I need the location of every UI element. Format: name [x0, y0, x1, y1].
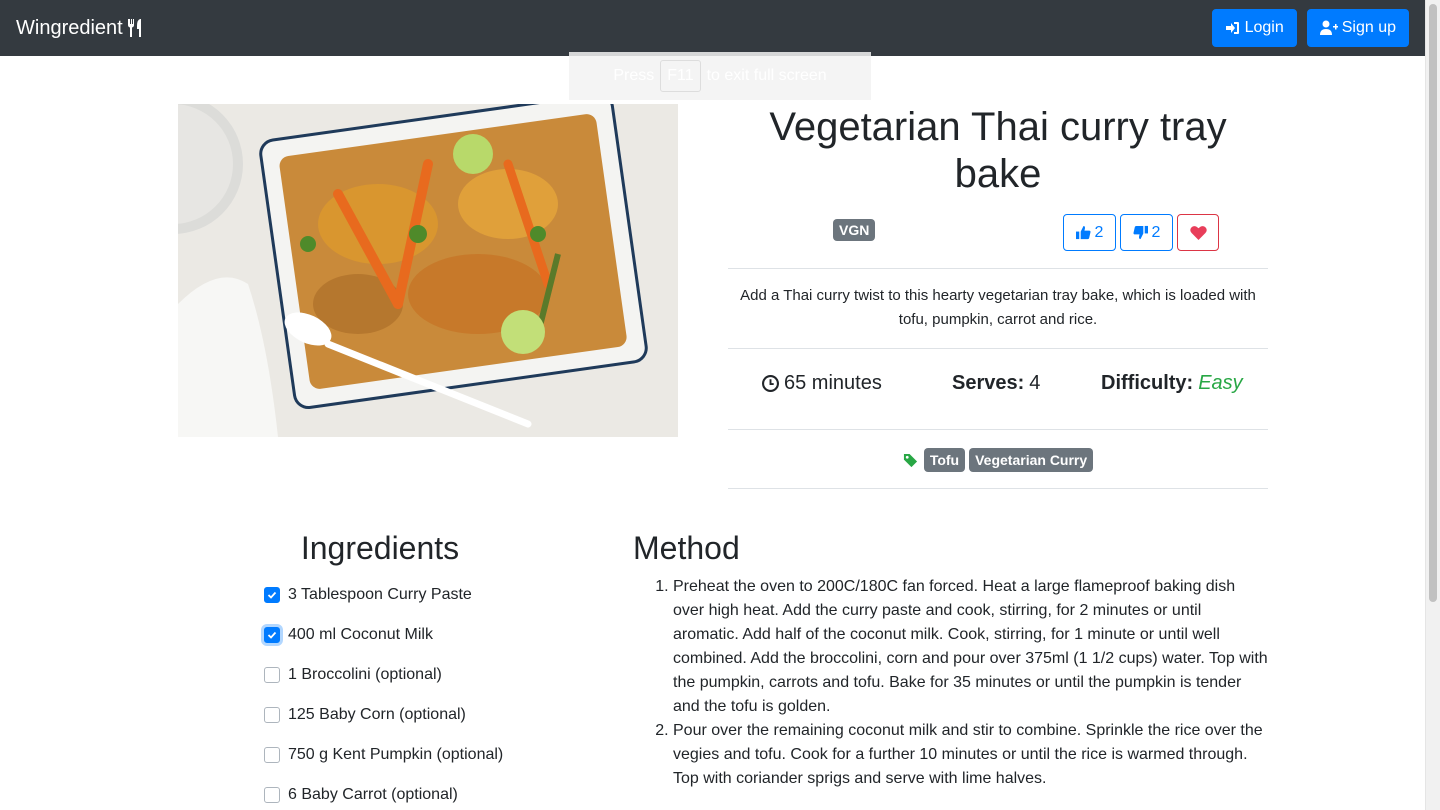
ingredient-checkbox[interactable]: [264, 587, 280, 603]
fullscreen-key: F11: [660, 60, 701, 92]
method-step: Preheat the oven to 200C/180C fan forced…: [673, 575, 1270, 719]
tag-tofu[interactable]: Tofu: [923, 448, 966, 472]
divider: [728, 488, 1268, 489]
favourite-button[interactable]: [1177, 214, 1219, 251]
brand-name: Wingredient: [16, 16, 123, 39]
ingredient-label: 750 g Kent Pumpkin (optional): [288, 746, 504, 763]
ingredient-item[interactable]: 400 ml Coconut Milk: [264, 615, 503, 655]
diet-badge: VGN: [833, 219, 876, 241]
cook-time-value: 65 minutes: [784, 372, 882, 394]
like-count: 2: [1094, 223, 1104, 241]
difficulty-label: Difficulty:: [1101, 372, 1194, 394]
clock-icon: [762, 375, 779, 392]
ingredient-label: 400 ml Coconut Milk: [288, 626, 433, 643]
vote-buttons: 2 2: [1063, 214, 1219, 251]
tag-icon: [903, 453, 917, 467]
dislike-button[interactable]: 2: [1120, 214, 1173, 251]
dislike-count: 2: [1151, 223, 1161, 241]
recipe-photo: [178, 104, 678, 437]
ingredient-checkbox[interactable]: [264, 747, 280, 763]
ingredient-item[interactable]: 1 Broccolini (optional): [264, 655, 503, 695]
utensils-icon: [127, 19, 141, 37]
divider: [728, 268, 1268, 269]
ingredient-item[interactable]: 750 g Kent Pumpkin (optional): [264, 735, 503, 775]
ingredients-heading: Ingredients: [300, 530, 460, 566]
thumbs-up-icon: [1075, 225, 1091, 240]
check-icon: [267, 591, 277, 599]
tag-list: Tofu Vegetarian Curry: [728, 448, 1268, 472]
serves-value: 4: [1029, 372, 1041, 394]
method-step: Pour over the remaining coconut milk and…: [673, 719, 1270, 791]
ingredient-label: 3 Tablespoon Curry Paste: [288, 586, 472, 603]
fullscreen-notice: Press F11 to exit full screen: [569, 52, 871, 100]
method-list: Preheat the oven to 200C/180C fan forced…: [655, 575, 1270, 791]
cook-time: 65 minutes: [762, 372, 882, 395]
ingredient-label: 125 Baby Corn (optional): [288, 706, 466, 723]
ingredient-list: 3 Tablespoon Curry Paste 400 ml Coconut …: [264, 575, 503, 810]
ingredient-label: 6 Baby Carrot (optional): [288, 786, 458, 803]
signup-label: Sign up: [1341, 19, 1396, 36]
divider: [728, 348, 1268, 349]
ingredient-checkbox[interactable]: [264, 787, 280, 803]
page-scrollbar[interactable]: [1425, 0, 1440, 810]
check-icon: [267, 631, 277, 639]
ingredient-item[interactable]: 3 Tablespoon Curry Paste: [264, 575, 503, 615]
recipe-description: Add a Thai curry twist to this hearty ve…: [740, 287, 1256, 328]
divider: [728, 429, 1268, 430]
ingredient-item[interactable]: 6 Baby Carrot (optional): [264, 775, 503, 810]
recipe-title: Vegetarian Thai curry tray bake: [769, 105, 1227, 196]
ingredient-checkbox[interactable]: [264, 667, 280, 683]
login-button[interactable]: Login: [1211, 9, 1297, 47]
difficulty: Difficulty: Easy: [1101, 372, 1243, 395]
method-heading: Method: [633, 530, 740, 566]
serves: Serves: 4: [952, 372, 1040, 395]
serves-label: Serves:: [952, 372, 1025, 394]
recipe-image: [178, 104, 678, 437]
user-plus-icon: [1319, 20, 1338, 35]
signup-button[interactable]: Sign up: [1306, 9, 1409, 47]
like-button[interactable]: 2: [1063, 214, 1116, 251]
fullscreen-prefix: Press: [613, 67, 655, 84]
fullscreen-suffix: to exit full screen: [706, 67, 827, 84]
auth-buttons: Login Sign up: [1211, 9, 1409, 47]
tag-vegetarian-curry[interactable]: Vegetarian Curry: [969, 448, 1094, 472]
brand-link[interactable]: Wingredient: [16, 17, 145, 40]
navbar: Wingredient Login Sign up: [0, 0, 1425, 56]
heart-icon: [1189, 226, 1207, 240]
login-label: Login: [1244, 19, 1284, 36]
ingredient-checkbox[interactable]: [264, 627, 280, 643]
sign-in-icon: [1225, 22, 1239, 34]
recipe-stats: 65 minutes Serves: 4 Difficulty: Easy: [728, 372, 1268, 400]
thumbs-down-icon: [1133, 225, 1148, 240]
ingredient-item[interactable]: 125 Baby Corn (optional): [264, 695, 503, 735]
difficulty-value: Easy: [1198, 372, 1243, 394]
ingredient-label: 1 Broccolini (optional): [288, 666, 442, 683]
scrollbar-thumb[interactable]: [1429, 4, 1437, 602]
ingredient-checkbox[interactable]: [264, 707, 280, 723]
